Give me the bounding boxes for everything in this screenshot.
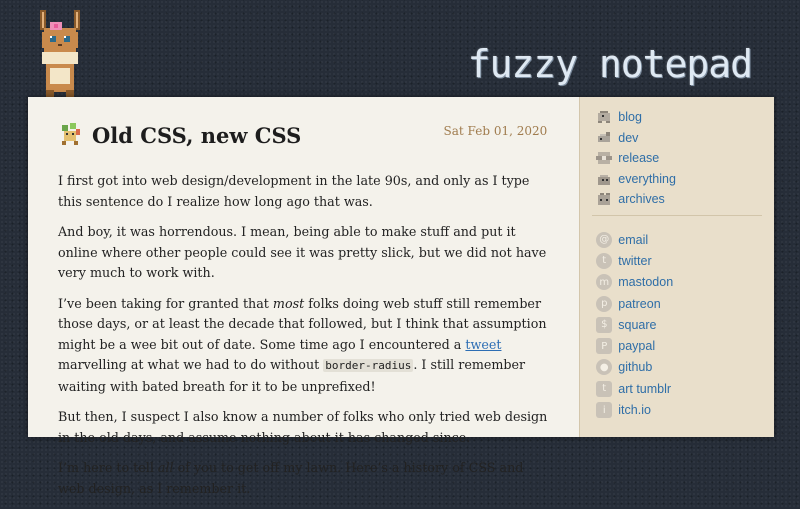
post-content: I first got into web design/development … — [58, 171, 548, 509]
social-label-email: email — [618, 232, 649, 247]
nav-label-blog: blog — [618, 110, 642, 125]
nav-label-everything: everything — [618, 171, 676, 186]
p5-emphasis: all — [157, 460, 174, 475]
paypal-icon: P — [596, 338, 613, 355]
nav-item-dev[interactable]: dev — [596, 128, 676, 149]
social-item-github[interactable]: ● github — [596, 357, 673, 378]
eevee-mascot-icon — [40, 10, 80, 98]
primary-nav: blog dev release everything archives — [596, 107, 676, 210]
paragraph-2: And boy, it was horrendous. I mean, bein… — [58, 224, 547, 280]
paragraph-3: I’ve been taking for granted that most f… — [58, 294, 548, 398]
post-date: Sat Feb 01, 2020 — [443, 124, 548, 138]
social-label-patreon: patreon — [618, 296, 661, 311]
nav-item-release[interactable]: release — [596, 148, 676, 169]
nav-label-archives: archives — [618, 192, 665, 207]
p3-text-c: marvelling at what we had to do without — [58, 357, 324, 372]
site-title[interactable]: fuzzy notepad — [468, 42, 753, 86]
paragraph-5: I’m here to tell all of you to get off m… — [58, 458, 548, 499]
social-label-paypal: paypal — [618, 339, 656, 354]
sidebar: blog dev release everything archives @ e… — [579, 97, 774, 437]
social-label-github: github — [618, 360, 653, 375]
nav-label-release: release — [618, 151, 660, 166]
social-label-art-tumblr: art tumblr — [618, 381, 672, 396]
everything-pokemon-icon — [596, 171, 612, 187]
github-icon: ● — [596, 359, 613, 376]
p3-emphasis: most — [272, 295, 305, 311]
social-item-mastodon[interactable]: m mastodon — [596, 272, 673, 293]
square-icon: $ — [596, 316, 613, 333]
tumblr-icon: t — [596, 380, 613, 397]
patreon-icon: p — [596, 295, 613, 312]
post-article: Old CSS, new CSS Sat Feb 01, 2020 I firs… — [28, 97, 580, 496]
social-item-itchio[interactable]: i itch.io — [596, 399, 673, 420]
social-label-itchio: itch.io — [618, 403, 651, 418]
twitter-icon: t — [596, 252, 613, 269]
social-nav: @ email t twitter m mastodon p patreon $… — [596, 229, 673, 421]
p5-text-a: I’m here to tell — [58, 460, 158, 475]
social-item-patreon[interactable]: p patreon — [596, 293, 673, 314]
email-icon: @ — [596, 231, 613, 248]
social-item-art-tumblr[interactable]: t art tumblr — [596, 378, 673, 399]
archives-pokemon-icon — [596, 191, 612, 207]
nav-item-everything[interactable]: everything — [596, 169, 676, 190]
sidebar-divider — [592, 215, 762, 216]
dev-pokemon-icon — [596, 130, 612, 146]
paragraph-4: But then, I suspect I also know a number… — [58, 409, 548, 445]
nav-item-archives[interactable]: archives — [596, 189, 676, 210]
paragraph-1: I first got into web design/development … — [58, 173, 530, 209]
social-item-twitter[interactable]: t twitter — [596, 250, 673, 271]
mastodon-icon: m — [596, 274, 613, 291]
nav-item-blog[interactable]: blog — [596, 107, 676, 128]
social-item-square[interactable]: $ square — [596, 314, 673, 335]
page-card: Old CSS, new CSS Sat Feb 01, 2020 I firs… — [28, 97, 774, 496]
itchio-icon: i — [596, 402, 613, 419]
tweet-link[interactable]: tweet — [465, 337, 501, 352]
post-title[interactable]: Old CSS, new CSS — [92, 123, 301, 148]
post-pokemon-icon — [62, 123, 80, 145]
release-pokemon-icon — [596, 150, 613, 166]
social-item-paypal[interactable]: P paypal — [596, 335, 673, 356]
p3-text-a: I’ve been taking for granted that — [58, 295, 273, 311]
social-item-email[interactable]: @ email — [596, 229, 673, 250]
blog-pokemon-icon — [596, 109, 612, 125]
social-label-square: square — [618, 317, 657, 332]
social-label-mastodon: mastodon — [618, 275, 674, 290]
nav-label-dev: dev — [618, 130, 639, 145]
social-label-twitter: twitter — [618, 253, 652, 268]
border-radius-code: border-radius — [323, 359, 414, 372]
